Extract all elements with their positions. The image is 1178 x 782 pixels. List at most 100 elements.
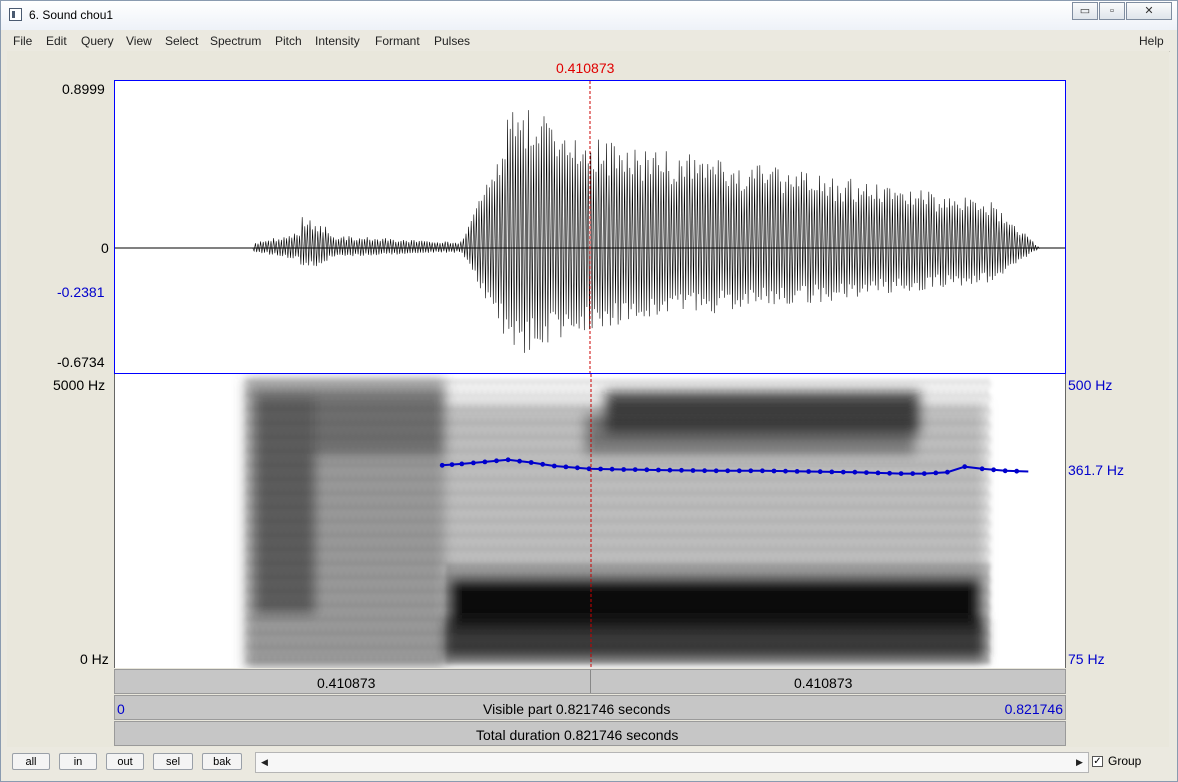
menu-pitch[interactable]: Pitch xyxy=(275,34,302,48)
pitch-point xyxy=(702,468,707,474)
pitch-point xyxy=(864,470,869,475)
pitch-point xyxy=(505,457,511,463)
close-button[interactable]: ✕ xyxy=(1126,2,1172,20)
pitch-point xyxy=(494,458,499,464)
spectrogram-min-freq-label: 0 Hz xyxy=(80,651,109,667)
total-duration-text: Total duration 0.821746 seconds xyxy=(476,727,679,743)
pitch-point xyxy=(991,467,996,473)
menu-intensity[interactable]: Intensity xyxy=(315,34,360,48)
pitch-point xyxy=(609,466,615,472)
pitch-point xyxy=(887,470,892,476)
pitch-point xyxy=(748,468,754,474)
pitch-point xyxy=(875,470,881,476)
pitch-point xyxy=(933,470,939,476)
menu-query[interactable]: Query xyxy=(81,34,114,48)
window-title: 6. Sound chou1 xyxy=(29,8,114,22)
selection-bar[interactable]: 0.410873 0.410873 xyxy=(114,669,1066,694)
pitch-point xyxy=(806,469,811,474)
bottom-toolbar: all in out sel bak ◀ ▶ xyxy=(7,749,1169,777)
waveform-svg xyxy=(115,81,1065,373)
waveform-cursor-value-label: -0.2381 xyxy=(57,284,105,300)
pitch-point xyxy=(439,462,445,468)
visible-part-bar[interactable]: 0 Visible part 0.821746 seconds 0.821746 xyxy=(114,695,1066,720)
zoom-in-button[interactable]: in xyxy=(59,753,97,770)
menu-bar: File Edit Query View Select Spectrum Pit… xyxy=(8,31,1170,52)
title-bar: 6. Sound chou1 ▭ ▫ ✕ xyxy=(1,1,1177,30)
pitch-current-label: 361.7 Hz xyxy=(1068,462,1125,478)
pitch-point xyxy=(632,467,638,472)
scroll-right-icon[interactable]: ▶ xyxy=(1071,753,1088,772)
pitch-point xyxy=(575,465,580,471)
pitch-point xyxy=(563,464,569,470)
cursor-time-label: 0.410873 xyxy=(556,60,615,76)
pitch-point xyxy=(760,468,765,474)
pitch-point xyxy=(667,467,673,473)
total-duration-bar[interactable]: Total duration 0.821746 seconds xyxy=(114,721,1066,746)
pitch-point xyxy=(962,464,968,470)
pitch-point xyxy=(840,469,846,475)
pitch-point xyxy=(656,467,661,473)
menu-spectrum[interactable]: Spectrum xyxy=(210,34,261,48)
pitch-point xyxy=(471,460,476,466)
pitch-point xyxy=(1014,468,1020,474)
zoom-selection-button[interactable]: sel xyxy=(153,753,193,770)
waveform-min-label: -0.6734 xyxy=(57,354,105,370)
pitch-point xyxy=(679,467,684,473)
pitch-point xyxy=(945,469,950,475)
pitch-point xyxy=(540,461,546,467)
pitch-point xyxy=(979,466,985,472)
praat-window-icon xyxy=(9,8,22,21)
pitch-point xyxy=(771,468,777,474)
spectrogram-view[interactable] xyxy=(114,374,1066,668)
pitch-point xyxy=(690,468,696,473)
menu-help[interactable]: Help xyxy=(1139,34,1164,48)
zoom-out-button[interactable]: out xyxy=(106,753,144,770)
pitch-point xyxy=(644,467,650,473)
pitch-point xyxy=(449,462,455,467)
waveform-max-label: 0.8999 xyxy=(62,81,105,97)
menu-formant[interactable]: Formant xyxy=(375,34,420,48)
menu-pulses[interactable]: Pulses xyxy=(434,34,470,48)
menu-select[interactable]: Select xyxy=(165,34,198,48)
scroll-left-icon[interactable]: ◀ xyxy=(256,753,273,772)
pitch-point xyxy=(459,461,465,467)
right-part-duration[interactable]: 0.410873 xyxy=(794,675,852,691)
pitch-point xyxy=(921,471,927,476)
pitch-point xyxy=(783,468,788,474)
pitch-point xyxy=(910,471,916,476)
menu-edit[interactable]: Edit xyxy=(46,34,67,48)
maximize-button[interactable]: ▫ xyxy=(1099,2,1125,20)
visible-part-text: Visible part 0.821746 seconds xyxy=(483,701,671,717)
group-label: Group xyxy=(1108,754,1142,768)
visible-start-time: 0 xyxy=(117,701,125,717)
visible-end-time: 0.821746 xyxy=(1004,701,1063,717)
pitch-point xyxy=(517,458,522,464)
pitch-point xyxy=(621,467,627,472)
pitch-point xyxy=(482,459,488,465)
zoom-all-button[interactable]: all xyxy=(12,753,50,770)
pitch-floor-label: 75 Hz xyxy=(1068,651,1105,667)
pitch-point xyxy=(852,469,858,475)
pitch-point xyxy=(736,468,742,474)
left-part-duration[interactable]: 0.410873 xyxy=(317,675,375,691)
waveform-view[interactable] xyxy=(114,80,1066,374)
pitch-point xyxy=(725,468,731,474)
pitch-point xyxy=(528,460,534,465)
pitch-point xyxy=(1002,468,1008,474)
pitch-point xyxy=(598,466,603,472)
minimize-button[interactable]: ▭ xyxy=(1072,2,1098,20)
pitch-point xyxy=(794,469,800,474)
menu-view[interactable]: View xyxy=(126,34,152,48)
pitch-point xyxy=(551,463,557,469)
pitch-ceiling-label: 500 Hz xyxy=(1068,377,1113,393)
pitch-point xyxy=(817,469,823,475)
menu-file[interactable]: File xyxy=(13,34,32,48)
group-checkbox[interactable]: ✓ xyxy=(1092,756,1103,767)
pitch-point xyxy=(713,468,719,474)
spectrogram-svg xyxy=(245,374,1029,668)
zoom-back-button[interactable]: bak xyxy=(202,753,242,770)
waveform-zero-label: 0 xyxy=(101,240,109,256)
pitch-point xyxy=(829,469,835,475)
pitch-point xyxy=(898,471,904,476)
horizontal-scrollbar[interactable]: ◀ ▶ xyxy=(255,752,1089,773)
